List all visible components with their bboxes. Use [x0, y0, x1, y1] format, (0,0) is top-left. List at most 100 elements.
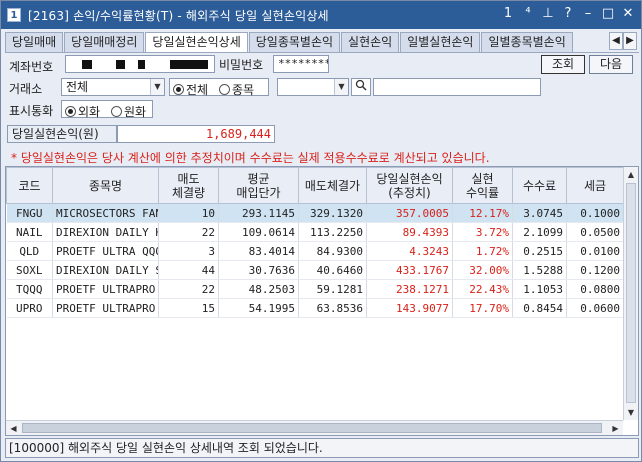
- cell-return: 1.72%: [452, 241, 513, 261]
- password-label: 비밀번호: [219, 58, 264, 72]
- window-title: [2163] 손익/수익률현황(T) - 해외주식 당일 실현손익상세: [28, 8, 329, 23]
- cell-realized-pnl: 238.1271: [366, 279, 453, 299]
- cell-sell-qty: 22: [158, 279, 219, 299]
- search-button[interactable]: [351, 78, 371, 96]
- account-masked-digit: [82, 60, 92, 69]
- cell-sell-price: 59.1281: [298, 279, 367, 299]
- scroll-left-icon[interactable]: ◀: [6, 421, 21, 435]
- exchange-select[interactable]: 전체 ▼: [61, 78, 165, 96]
- radio-unchecked-icon: [111, 106, 122, 117]
- table-row[interactable]: UPRO PROETF ULTRAPRO 15 54.1995 63.8536 …: [6, 298, 624, 318]
- scroll-up-icon[interactable]: ▲: [624, 167, 638, 182]
- query-panel: 계좌번호 비밀번호 ********* 조회 다음 거래소 전체 ▼ 전체 종목…: [5, 52, 639, 165]
- cell-name: PROETF ULTRAPRO: [52, 298, 159, 318]
- col-header-name[interactable]: 종목명: [52, 167, 159, 204]
- item-name-field[interactable]: [373, 78, 541, 96]
- help-icon[interactable]: ?: [561, 6, 575, 22]
- scroll-down-icon[interactable]: ▼: [624, 405, 638, 420]
- cell-sell-qty: 15: [158, 298, 219, 318]
- tab-scroll-right-icon[interactable]: ▶: [623, 32, 637, 50]
- account-label: 계좌번호: [9, 60, 54, 74]
- cell-sell-qty: 22: [158, 222, 219, 242]
- cell-name: PROETF ULTRA QQQ: [52, 241, 159, 261]
- currency-won-radio[interactable]: 원화: [111, 103, 146, 120]
- item-code-combo[interactable]: ▼: [277, 78, 349, 96]
- horizontal-scroll-thumb[interactable]: [22, 423, 602, 433]
- cell-avg-buy: 30.7636: [218, 260, 299, 280]
- cell-code: QLD: [6, 241, 53, 261]
- cell-fee: 3.0745: [512, 203, 567, 223]
- scope-item-radio[interactable]: 종목: [219, 81, 254, 98]
- tab-daily-trade-summary[interactable]: 당일매매정리: [64, 32, 145, 52]
- next-button[interactable]: 다음: [589, 55, 633, 74]
- cell-tax: 0.0600: [566, 298, 624, 318]
- col-header-sell-qty[interactable]: 매도 체결량: [158, 167, 219, 204]
- exchange-label: 거래소: [9, 82, 43, 96]
- tab-daily-by-item-pnl[interactable]: 일별종목별손익: [481, 32, 573, 52]
- minimize-icon[interactable]: –: [581, 6, 595, 22]
- link-number-icon[interactable]: 1: [501, 6, 515, 22]
- title-bar[interactable]: 1 [2163] 손익/수익률현황(T) - 해외주식 당일 실현손익상세 1 …: [1, 1, 641, 29]
- cell-avg-buy: 293.1145: [218, 203, 299, 223]
- col-header-tax[interactable]: 세금: [566, 167, 624, 204]
- cell-fee: 2.1099: [512, 222, 567, 242]
- cell-sell-qty: 10: [158, 203, 219, 223]
- cell-sell-price: 40.6460: [298, 260, 367, 280]
- query-button[interactable]: 조회: [541, 55, 585, 74]
- account-field[interactable]: [65, 55, 215, 73]
- col-header-fee[interactable]: 수수료: [512, 167, 567, 204]
- table-row[interactable]: TQQQ PROETF ULTRAPRO 22 48.2503 59.1281 …: [6, 279, 624, 299]
- tab-scroll-left-icon[interactable]: ◀: [609, 32, 623, 50]
- table-row[interactable]: FNGU MICROSECTORS FAN 10 293.1145 329.13…: [6, 203, 624, 223]
- cell-realized-pnl: 4.3243: [366, 241, 453, 261]
- scroll-right-icon[interactable]: ▶: [608, 421, 623, 435]
- col-header-avg-buy[interactable]: 평균 매입단가: [218, 167, 299, 204]
- scope-item-label: 종목: [232, 83, 255, 97]
- vertical-scroll-thumb[interactable]: [626, 183, 636, 403]
- cell-sell-qty: 3: [158, 241, 219, 261]
- table-header-row: 코드 종목명 매도 체결량 평균 매입단가 매도체결가 당일실현손익 (추정치)…: [6, 167, 624, 204]
- chevron-down-icon[interactable]: ▼: [150, 79, 164, 95]
- pnl-label: 당일실현손익(원): [7, 125, 117, 143]
- cell-fee: 1.5288: [512, 260, 567, 280]
- cell-tax: 0.0100: [566, 241, 624, 261]
- scope-all-label: 전체: [186, 83, 209, 97]
- scope-all-radio[interactable]: 전체: [173, 81, 208, 98]
- tab-realized[interactable]: 실현손익: [341, 32, 400, 52]
- tab-daily-realized-detail[interactable]: 당일실현손익상세: [145, 32, 248, 52]
- tab-daily-realized[interactable]: 일별실현손익: [400, 32, 481, 52]
- currency-won-label: 원화: [124, 105, 147, 119]
- horizontal-scrollbar[interactable]: ◀ ▶: [6, 420, 623, 435]
- radio-checked-icon: [65, 106, 76, 117]
- cell-return: 22.43%: [452, 279, 513, 299]
- currency-label: 표시통화: [9, 104, 54, 118]
- pin-icon[interactable]: ⊥: [541, 6, 555, 22]
- table-row[interactable]: NAIL DIREXION DAILY H 22 109.0614 113.22…: [6, 222, 624, 242]
- table-row[interactable]: QLD PROETF ULTRA QQQ 3 83.4014 84.9300 4…: [6, 241, 624, 261]
- currency-foreign-radio[interactable]: 외화: [65, 103, 100, 120]
- results-grid[interactable]: 코드 종목명 매도 체결량 평균 매입단가 매도체결가 당일실현손익 (추정치)…: [5, 166, 639, 436]
- cell-name: DIREXION DAILY S: [52, 260, 159, 280]
- tab-daily-by-item[interactable]: 당일종목별손익: [248, 32, 341, 52]
- cell-avg-buy: 109.0614: [218, 222, 299, 242]
- account-masked-digit: [138, 60, 145, 69]
- maximize-icon[interactable]: □: [601, 6, 615, 22]
- exchange-value: 전체: [66, 80, 89, 94]
- password-field[interactable]: *********: [273, 55, 329, 73]
- col-header-realized-pnl[interactable]: 당일실현손익 (추정치): [366, 167, 453, 204]
- chevron-down-icon[interactable]: ▼: [334, 79, 348, 95]
- vertical-scrollbar[interactable]: ▲ ▼: [623, 167, 638, 420]
- superscript-icon[interactable]: ⁴: [521, 6, 535, 22]
- account-masked-digit: [116, 60, 125, 69]
- currency-foreign-label: 외화: [78, 105, 101, 119]
- table-row[interactable]: SOXL DIREXION DAILY S 44 30.7636 40.6460…: [6, 260, 624, 280]
- close-icon[interactable]: ✕: [621, 6, 635, 22]
- col-header-sell-price[interactable]: 매도체결가: [298, 167, 367, 204]
- cell-avg-buy: 83.4014: [218, 241, 299, 261]
- cell-tax: 0.1200: [566, 260, 624, 280]
- col-header-return[interactable]: 실현 수익률: [452, 167, 513, 204]
- cell-code: NAIL: [6, 222, 53, 242]
- tab-daily-trades[interactable]: 당일매매: [5, 32, 64, 52]
- col-header-code[interactable]: 코드: [6, 167, 53, 204]
- radio-unchecked-icon: [219, 84, 230, 95]
